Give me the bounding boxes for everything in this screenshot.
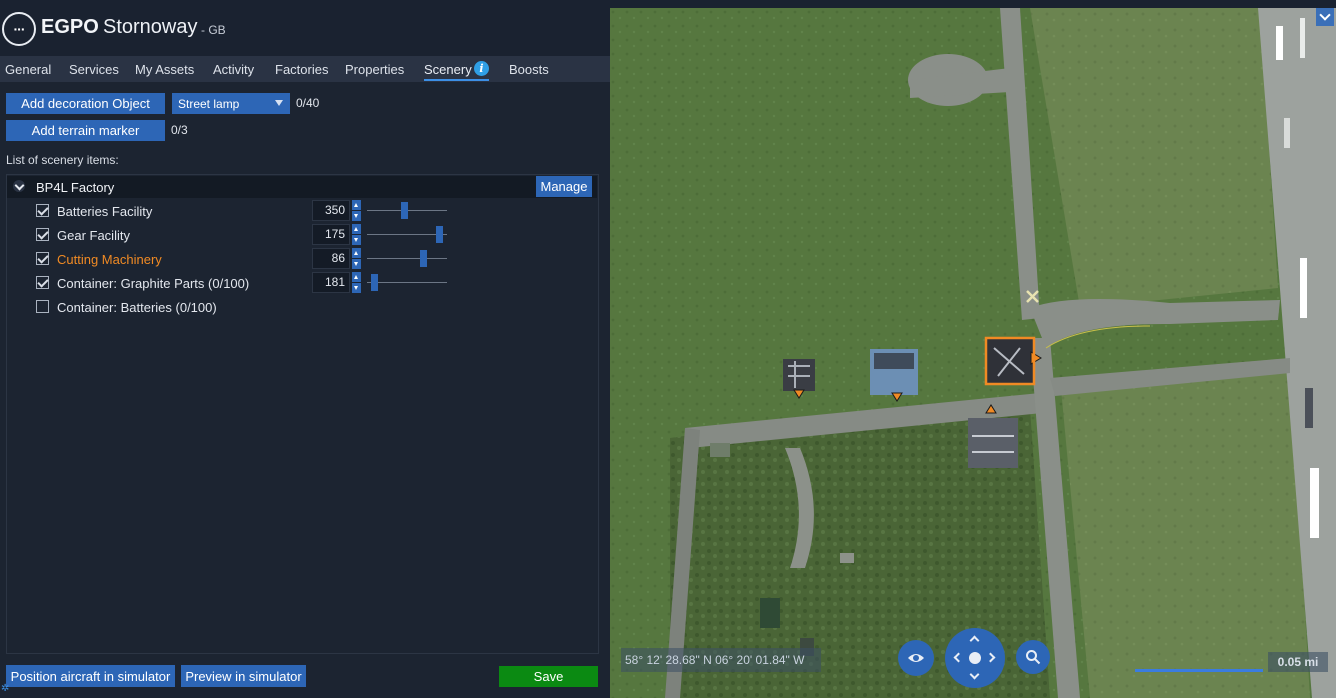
add-terrain-marker-button[interactable]: Add terrain marker: [6, 120, 165, 141]
eye-glyph: [908, 654, 924, 662]
info-icon[interactable]: i: [474, 61, 489, 76]
scenery-item-slider-thumb[interactable]: [401, 202, 409, 219]
scenery-item-slider-thumb[interactable]: [419, 250, 427, 267]
tab-activity[interactable]: Activity: [213, 62, 254, 77]
spin-up-icon[interactable]: [352, 248, 361, 258]
tab-services[interactable]: Services: [69, 62, 119, 77]
terrain-marker-count: 0/3: [171, 123, 188, 137]
scenery-item-row: Gear Facility 175: [0, 223, 600, 247]
tab-my-assets[interactable]: My Assets: [135, 62, 194, 77]
spin-up-icon[interactable]: [352, 200, 361, 210]
airport-country: - GB: [201, 23, 226, 37]
tab-general[interactable]: General: [5, 62, 51, 77]
chevron-down-icon[interactable]: [13, 180, 25, 192]
airport-icao: EGPO: [41, 16, 99, 38]
spin-up-icon[interactable]: [352, 224, 361, 234]
scenery-item-row: Container: Batteries (0/100): [0, 295, 600, 319]
map-scale-bar: [1135, 669, 1263, 672]
group-title: BP4L Factory: [36, 180, 115, 195]
map-scale-label: 0.05 mi: [1268, 652, 1328, 672]
spin-down-icon[interactable]: [352, 283, 361, 293]
tab-factories[interactable]: Factories: [275, 62, 328, 77]
collapse-chevron-icon[interactable]: [1316, 8, 1334, 26]
scenery-item-checkbox[interactable]: [36, 276, 49, 289]
scenery-item-slider-track[interactable]: [367, 282, 447, 283]
scenery-item-row: Container: Graphite Parts (0/100) 181: [0, 271, 600, 295]
scenery-item-label[interactable]: Container: Batteries (0/100): [57, 300, 217, 315]
scenery-item-checkbox[interactable]: [36, 300, 49, 313]
scenery-item-slider-track[interactable]: [367, 258, 447, 259]
scenery-list-label: List of scenery items:: [6, 153, 119, 167]
scenery-item-value-input[interactable]: 175: [312, 224, 350, 245]
scenery-item-value-input[interactable]: 181: [312, 272, 350, 293]
menu-icon[interactable]: ···: [2, 12, 36, 46]
scenery-item-checkbox[interactable]: [36, 204, 49, 217]
scenery-item-label[interactable]: Cutting Machinery: [57, 252, 162, 267]
magnifier-icon[interactable]: [1016, 640, 1050, 674]
map-imagery: [610, 8, 1336, 698]
active-tab-indicator: [424, 79, 489, 81]
nav-up-icon[interactable]: [969, 635, 980, 646]
decoration-count: 0/40: [296, 96, 320, 110]
tab-properties[interactable]: Properties: [345, 62, 404, 77]
magnifier-glyph: [1026, 650, 1041, 665]
value-spinner: [352, 248, 361, 269]
value-spinner: [352, 272, 361, 293]
eye-icon[interactable]: [898, 640, 934, 676]
scenery-item-checkbox[interactable]: [36, 252, 49, 265]
nav-right-icon[interactable]: [985, 652, 996, 663]
scenery-item-label[interactable]: Container: Graphite Parts (0/100): [57, 276, 249, 291]
tab-scenery[interactable]: Scenery: [424, 62, 472, 77]
value-spinner: [352, 200, 361, 221]
spin-down-icon[interactable]: [352, 211, 361, 221]
spin-down-icon[interactable]: [352, 235, 361, 245]
airport-city: Stornoway: [103, 16, 198, 38]
preview-button[interactable]: Preview in simulator: [181, 665, 306, 687]
decoration-select-value: Street lamp: [178, 96, 240, 111]
resize-grip-icon: ✲: [1, 683, 10, 694]
scenery-item-row: Batteries Facility 350: [0, 199, 600, 223]
nav-center-dot[interactable]: [969, 652, 981, 664]
manage-button[interactable]: Manage: [536, 176, 592, 197]
scenery-item-checkbox[interactable]: [36, 228, 49, 241]
scenery-item-slider-track[interactable]: [367, 234, 447, 235]
tab-boosts[interactable]: Boosts: [509, 62, 549, 77]
spin-down-icon[interactable]: [352, 259, 361, 269]
header-bar: ··· EGPO Stornoway - GB: [0, 0, 610, 56]
scenery-item-slider-thumb[interactable]: [436, 226, 444, 243]
nav-left-icon[interactable]: [953, 652, 964, 663]
scenery-item-label[interactable]: Gear Facility: [57, 228, 130, 243]
map-top-border: [610, 0, 1336, 8]
scenery-item-value-input[interactable]: 86: [312, 248, 350, 269]
dropdown-arrow-icon: [275, 100, 283, 106]
tab-bar: General Services My Assets Activity Fact…: [0, 56, 610, 82]
save-button[interactable]: Save: [499, 666, 598, 687]
spin-up-icon[interactable]: [352, 272, 361, 282]
scenery-item-slider-thumb[interactable]: [370, 274, 378, 291]
satellite-map[interactable]: [610, 8, 1336, 698]
scenery-item-label[interactable]: Batteries Facility: [57, 204, 152, 219]
add-decoration-button[interactable]: Add decoration Object: [6, 93, 165, 114]
coordinates-readout: 58° 12' 28.68" N 06° 20' 01.84" W: [621, 648, 821, 672]
decoration-type-select[interactable]: Street lamp: [172, 93, 290, 114]
scenery-item-value-input[interactable]: 350: [312, 200, 350, 221]
navigation-pad[interactable]: [945, 628, 1005, 688]
nav-down-icon[interactable]: [969, 669, 980, 680]
value-spinner: [352, 224, 361, 245]
position-aircraft-button[interactable]: Position aircraft in simulator: [6, 665, 175, 687]
scenery-item-row: Cutting Machinery 86: [0, 247, 600, 271]
